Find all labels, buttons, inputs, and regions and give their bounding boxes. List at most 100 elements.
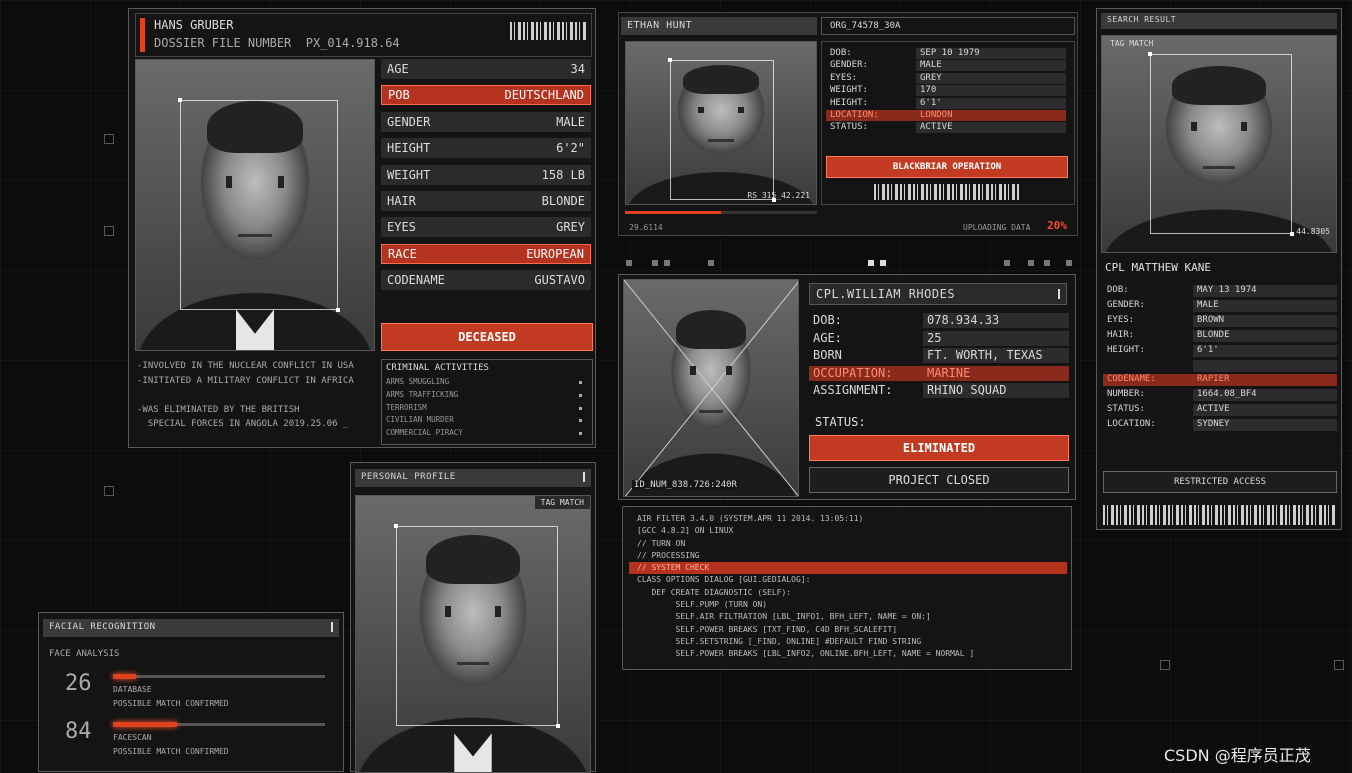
hunt-field-row: LOCATION: LONDON [826, 110, 1066, 121]
rhodes-field-row: OCCUPATION: MARINE [809, 365, 1069, 381]
eliminated-status-button[interactable]: ELIMINATED [809, 435, 1069, 461]
facial-score: 84 [65, 719, 92, 744]
indicator-dot [664, 260, 670, 266]
hunt-field-row: EYES: GREY [826, 72, 1066, 84]
field-value: MARINE [923, 365, 1069, 381]
criminal-item-label: TERRORISM [386, 402, 427, 412]
field-key: RACE [388, 246, 417, 261]
hunt-coord: 29.6114 [629, 223, 663, 232]
indicator-dot [1066, 260, 1072, 266]
field-key: ASSIGNMENT: [813, 383, 893, 398]
gruber-name: HANS GRUBER [154, 18, 234, 32]
field-value: MALE [916, 60, 1066, 72]
field-key: LOCATION: [1107, 419, 1156, 430]
indicator-dot [1028, 260, 1034, 266]
mouth-shape [698, 409, 724, 413]
tick-mark [583, 472, 585, 482]
field-value: 1664.08_BF4 [1193, 389, 1337, 402]
code-line: SELF.POWER BREAKS [TXT_FIND, C4D BFH_SCA… [637, 624, 898, 634]
kane-barcode [1103, 505, 1337, 525]
hunt-name-bar: ETHAN HUNT [621, 17, 817, 35]
hunt-upload-progress-fill [625, 211, 721, 214]
indicator-dot [708, 260, 714, 266]
hunt-field-row: GENDER: MALE [826, 60, 1066, 72]
field-value: EUROPEAN [526, 246, 584, 261]
field-key: BORN [813, 348, 842, 363]
field-value: MALE [556, 114, 585, 129]
code-console-panel: AIR FILTER 3.4.0 (SYSTEM.APR 11 2014. 13… [622, 506, 1072, 670]
facial-progress-track [113, 722, 325, 727]
gruber-field-row: WEIGHT 158 LB [381, 164, 591, 185]
project-closed-button[interactable]: PROJECT CLOSED [809, 467, 1069, 493]
personal-profile-title: PERSONAL PROFILE [361, 472, 456, 482]
field-key: AGE: [813, 330, 842, 345]
gruber-field-row: POB DEUTSCHLAND [381, 85, 591, 106]
bullet-icon [579, 432, 582, 436]
code-line: SELF.PUMP (TURN ON) [637, 600, 768, 610]
gruber-dossier-panel: HANS GRUBER DOSSIER FILE NUMBER PX_014.9… [128, 8, 596, 448]
facial-label: DATABASE [113, 685, 152, 694]
field-value: 6'1' [1193, 344, 1337, 357]
code-line: SELF.AIR FILTRATION [LBL_INFO1, BFH_LEFT… [637, 612, 931, 622]
field-value: BLONDE [541, 194, 585, 208]
bullet-icon [579, 406, 582, 410]
kane-field-row: GENDER: MALE [1103, 299, 1337, 312]
kane-photo: TAG MATCH 44.8305 [1101, 35, 1337, 253]
gruber-field-row: HEIGHT 6'2" [381, 138, 591, 159]
facial-progress-fill [113, 674, 137, 679]
field-value: RAPIER [1193, 374, 1337, 387]
indicator-dot [1044, 260, 1050, 266]
bullet-icon [579, 393, 582, 397]
search-result-panel: SEARCH RESULT TAG MATCH 44.8305 CPL MATT… [1096, 8, 1342, 530]
criminal-item-label: COMMERCIAL PIRACY [386, 428, 463, 438]
hair-shape [676, 310, 746, 350]
field-key: HEIGHT [387, 141, 431, 156]
blackbriar-operation-button[interactable]: BLACKBRIAR OPERATION [826, 156, 1068, 178]
field-key: DOB: [1107, 285, 1129, 295]
field-key: DOB: [830, 48, 852, 58]
field-key: GENDER: [830, 60, 868, 71]
criminal-item: COMMERCIAL PIRACY [386, 428, 586, 441]
bullet-icon [579, 419, 582, 423]
rhodes-field-row: DOB: 078.934.33 [809, 313, 1069, 328]
search-result-header: SEARCH RESULT [1101, 13, 1337, 29]
tick-mark [331, 622, 333, 632]
rhodes-id-number: ID_NUM_838.726:240R [632, 480, 739, 490]
facial-sublabel: POSSIBLE MATCH CONFIRMED [113, 699, 229, 708]
kane-field-row: STATUS: ACTIVE [1103, 404, 1337, 417]
kane-match-score: 44.8305 [1296, 227, 1330, 236]
facial-progress-fill [113, 722, 177, 727]
collar-shape [235, 309, 275, 350]
kane-field-row: HEIGHT: 6'1' [1103, 344, 1337, 357]
rhodes-status-label: STATUS: [815, 415, 866, 429]
grid-marker [104, 226, 114, 236]
facial-progress-track [113, 674, 325, 679]
tick-mark [1058, 289, 1060, 299]
note-line: SPECIAL FORCES IN ANGOLA 2019.25.06 _ [137, 419, 349, 429]
field-value: MALE [1193, 299, 1337, 312]
code-line: [GCC 4.8.2] ON LINUX [637, 526, 734, 536]
field-key: GENDER: [1107, 299, 1145, 310]
kane-field-row: HAIR: BLONDE [1103, 329, 1337, 342]
criminal-item: ARMS TRAFFICKING [386, 390, 586, 403]
field-key: EYES: [830, 72, 858, 83]
criminal-item: TERRORISM [386, 403, 586, 416]
gruber-field-row: RACE EUROPEAN [381, 243, 591, 264]
restricted-access-button[interactable]: RESTRICTED ACCESS [1103, 471, 1337, 493]
rhodes-field-row: BORN FT. WORTH, TEXAS [809, 348, 1069, 364]
field-key: CODENAME [387, 273, 445, 288]
deceased-status-button[interactable]: DECEASED [381, 323, 593, 351]
rhodes-name: CPL.WILLIAM RHODES [816, 287, 956, 301]
search-result-title: SEARCH RESULT [1107, 15, 1177, 24]
field-key: EYES [387, 220, 416, 235]
facial-sublabel: POSSIBLE MATCH CONFIRMED [113, 747, 229, 756]
hunt-org-bar: ORG_74578_30A [821, 17, 1075, 35]
field-key: POB [388, 88, 410, 103]
field-value: GREY [916, 72, 1066, 84]
field-value: FT. WORTH, TEXAS [923, 348, 1069, 364]
field-key: HEIGHT: [1107, 344, 1145, 355]
criminal-item: ARMS SMUGGLING [386, 377, 586, 390]
criminal-list: ARMS SMUGGLING ARMS TRAFFICKING TERRORISM C… [386, 377, 586, 441]
rhodes-field-row: ASSIGNMENT: RHINO SQUAD [809, 383, 1069, 399]
indicator-dot [1004, 260, 1010, 266]
